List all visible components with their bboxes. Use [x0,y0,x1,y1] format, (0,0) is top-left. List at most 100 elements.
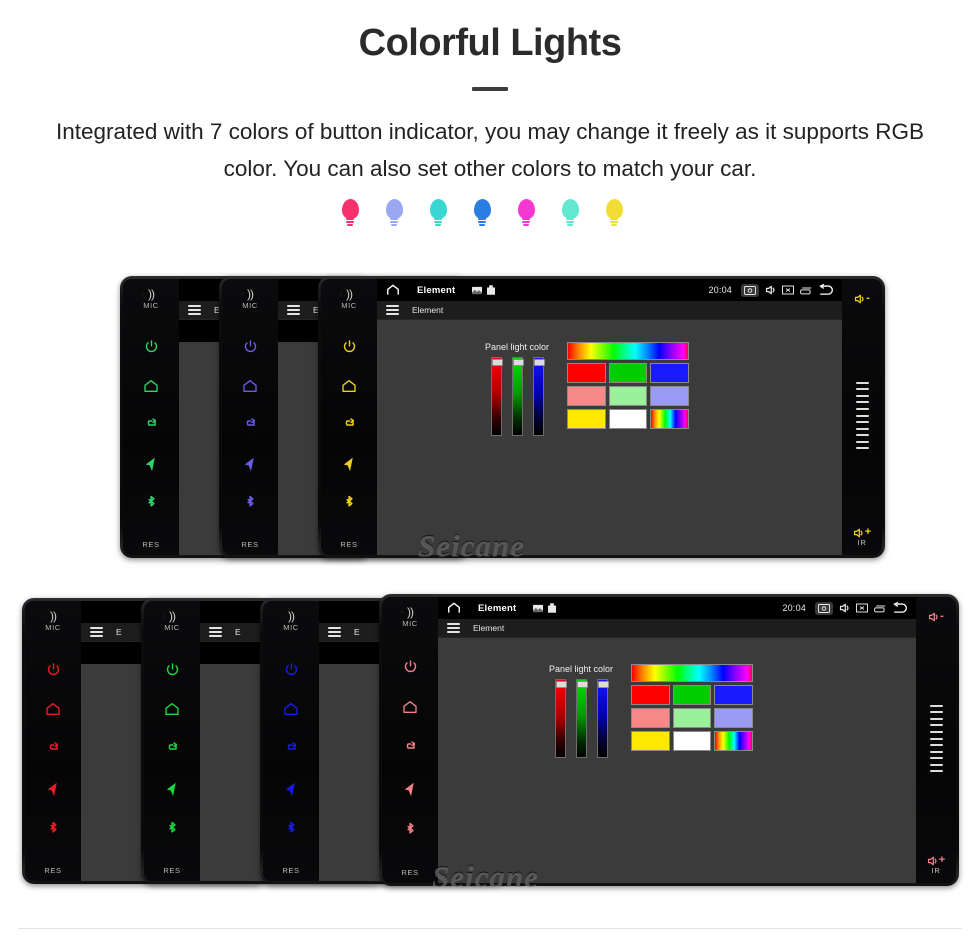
bluetooth-key[interactable] [401,821,419,839]
power-key[interactable] [44,660,62,678]
screenshot-icon[interactable] [815,601,833,615]
swatch-blue[interactable] [650,363,689,383]
device-screen[interactable]: Element 20:04 Element Panel light color [377,279,842,555]
red-slider[interactable] [554,679,567,758]
close-window-icon[interactable] [782,285,794,295]
swatch-red[interactable] [631,685,670,705]
reset-button[interactable]: RES [142,540,159,549]
reset-button[interactable]: RES [241,540,258,549]
unit-pink[interactable]: )) MIC RES Element 20:04 Element Panel light c… [379,594,959,886]
screenshot-icon[interactable] [741,283,759,297]
bluetooth-key[interactable] [340,495,358,513]
power-key[interactable] [241,337,259,355]
swatch-light-blue[interactable] [714,708,753,728]
hamburger-icon[interactable] [90,627,103,637]
navigation-key[interactable] [282,780,300,798]
slider-thumb[interactable] [597,681,609,688]
back-icon[interactable] [818,284,835,296]
return-key[interactable] [163,740,181,758]
hamburger-icon[interactable] [209,627,222,637]
home-key[interactable] [340,377,358,395]
hamburger-icon[interactable] [188,305,201,315]
reset-button[interactable]: RES [44,866,61,875]
swatch-light-red[interactable] [567,386,606,406]
home-key[interactable] [282,700,300,718]
power-key[interactable] [282,660,300,678]
hue-strip[interactable] [631,664,753,682]
return-key[interactable] [142,416,160,434]
bluetooth-key[interactable] [44,820,62,838]
swatch-green[interactable] [608,363,648,383]
recents-icon[interactable] [800,286,812,295]
navigation-key[interactable] [163,780,181,798]
swatch-blue[interactable] [714,685,753,705]
home-icon[interactable] [386,284,400,296]
bluetooth-key[interactable] [241,495,259,513]
device-screen[interactable]: Element 20:04 Element Panel light color [438,597,916,883]
home-key[interactable] [163,700,181,718]
power-key[interactable] [163,660,181,678]
green-slider[interactable] [511,357,524,436]
slider-thumb[interactable] [533,359,545,366]
slider-thumb[interactable] [491,359,503,366]
hue-strip[interactable] [567,342,689,360]
blue-slider[interactable] [532,357,545,436]
back-icon[interactable] [892,602,909,614]
hamburger-icon[interactable] [287,305,300,315]
home-key[interactable] [44,700,62,718]
slider-thumb[interactable] [555,681,567,688]
return-key[interactable] [44,740,62,758]
hamburger-icon[interactable] [328,627,341,637]
home-key[interactable] [401,698,419,716]
swatch-rainbow[interactable] [650,409,689,429]
swatch-light-red[interactable] [631,708,670,728]
reset-button[interactable]: RES [401,868,418,877]
swatch-light-green[interactable] [608,386,648,406]
swatch-light-blue[interactable] [650,386,689,406]
blue-slider[interactable] [596,679,609,758]
home-key[interactable] [142,377,160,395]
volume-up-button[interactable]: + [927,855,945,866]
volume-down-button[interactable]: - [928,611,944,622]
swatch-white[interactable] [608,409,648,429]
mute-icon[interactable] [765,285,776,295]
power-key[interactable] [142,337,160,355]
power-key[interactable] [401,657,419,675]
swatch-light-green[interactable] [672,708,712,728]
slider-thumb[interactable] [512,359,524,366]
hamburger-icon[interactable] [386,305,399,315]
power-key[interactable] [340,337,358,355]
swatch-green[interactable] [672,685,712,705]
swatch-rainbow[interactable] [714,731,753,751]
slider-thumb[interactable] [576,681,588,688]
green-slider[interactable] [575,679,588,758]
navigation-key[interactable] [401,780,419,798]
mute-icon[interactable] [839,603,850,613]
return-key[interactable] [282,740,300,758]
home-icon[interactable] [447,602,461,614]
volume-up-button[interactable]: + [853,527,871,538]
close-window-icon[interactable] [856,603,868,613]
swatch-yellow[interactable] [567,409,606,429]
hamburger-icon[interactable] [447,623,460,633]
swatch-yellow[interactable] [631,731,670,751]
red-slider[interactable] [490,357,503,436]
return-key[interactable] [401,739,419,757]
bluetooth-key[interactable] [163,820,181,838]
navigation-key[interactable] [142,455,160,473]
reset-button[interactable]: RES [282,866,299,875]
home-key[interactable] [241,377,259,395]
bluetooth-key[interactable] [142,495,160,513]
reset-button[interactable]: RES [163,866,180,875]
volume-down-button[interactable]: - [854,293,870,304]
navigation-key[interactable] [340,455,358,473]
return-key[interactable] [340,416,358,434]
swatch-red[interactable] [567,363,606,383]
unit-yellow[interactable]: )) MIC RES Element 20:04 Element Panel light c… [318,276,885,558]
navigation-key[interactable] [241,455,259,473]
return-key[interactable] [241,416,259,434]
swatch-white[interactable] [672,731,712,751]
bluetooth-key[interactable] [282,820,300,838]
reset-button[interactable]: RES [340,540,357,549]
recents-icon[interactable] [874,604,886,613]
